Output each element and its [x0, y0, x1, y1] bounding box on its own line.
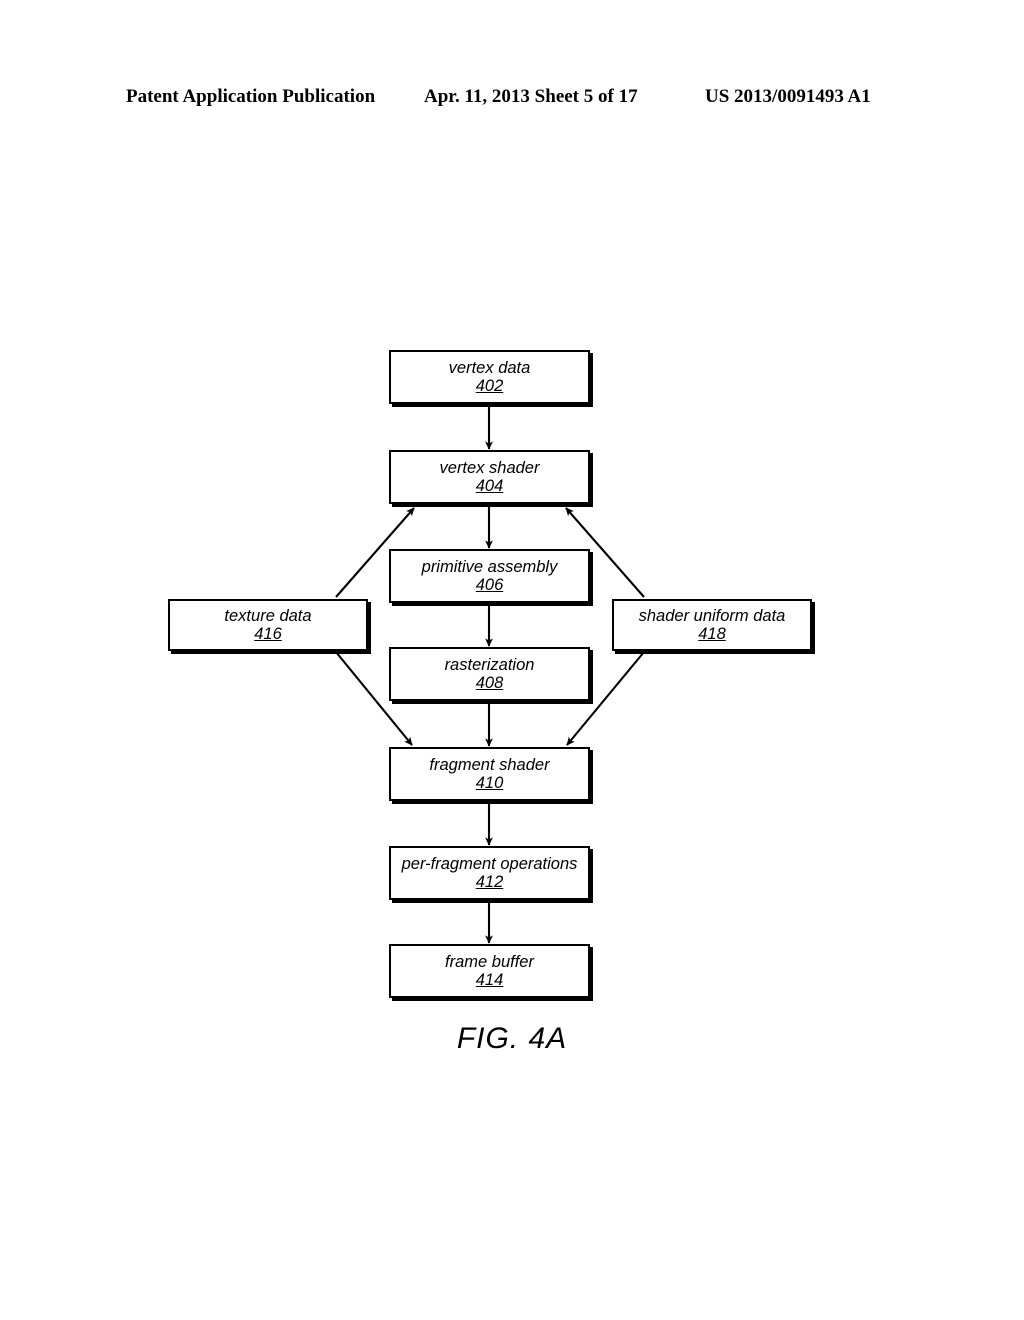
page-header: Patent Application Publication Apr. 11, … — [0, 86, 1024, 112]
node-texture-data-label: texture data — [224, 606, 312, 625]
node-per-fragment-operations-label: per-fragment operations — [401, 854, 578, 873]
node-rasterization-label: rasterization — [444, 655, 535, 674]
node-texture-data-ref: 416 — [254, 625, 282, 643]
node-vertex-data-ref: 402 — [475, 377, 504, 395]
node-per-fragment-operations[interactable]: per-fragment operations 412 — [389, 846, 590, 900]
node-fragment-shader-label: fragment shader — [429, 755, 550, 774]
patent-drawing-page: Patent Application Publication Apr. 11, … — [0, 0, 1024, 1320]
node-texture-data[interactable]: texture data 416 — [168, 599, 368, 651]
node-rasterization[interactable]: rasterization 408 — [389, 647, 590, 701]
node-rasterization-ref: 408 — [475, 674, 504, 692]
node-vertex-data[interactable]: vertex data 402 — [389, 350, 590, 404]
node-shader-uniform-data-label: shader uniform data — [638, 606, 786, 625]
node-fragment-shader[interactable]: fragment shader 410 — [389, 747, 590, 801]
node-vertex-shader-label: vertex shader — [439, 458, 540, 477]
node-frame-buffer-ref: 414 — [475, 971, 504, 989]
node-shader-uniform-data[interactable]: shader uniform data 418 — [612, 599, 812, 651]
header-date-sheet-label: Apr. 11, 2013 Sheet 5 of 17 — [424, 86, 638, 107]
node-frame-buffer-label: frame buffer — [445, 952, 534, 971]
node-vertex-shader-ref: 404 — [475, 477, 504, 495]
node-primitive-assembly-label: primitive assembly — [421, 557, 558, 576]
node-fragment-shader-ref: 410 — [475, 774, 504, 792]
figure-caption: FIG. 4A — [456, 1022, 568, 1055]
node-shader-uniform-data-ref: 418 — [698, 625, 726, 643]
node-frame-buffer[interactable]: frame buffer 414 — [389, 944, 590, 998]
node-vertex-shader[interactable]: vertex shader 404 — [389, 450, 590, 504]
node-per-fragment-operations-ref: 412 — [475, 873, 504, 891]
node-vertex-data-label: vertex data — [448, 358, 531, 377]
header-publication-label: Patent Application Publication — [126, 86, 376, 107]
header-patent-number: US 2013/0091493 A1 — [705, 86, 871, 107]
node-primitive-assembly[interactable]: primitive assembly 406 — [389, 549, 590, 603]
node-primitive-assembly-ref: 406 — [475, 576, 504, 594]
